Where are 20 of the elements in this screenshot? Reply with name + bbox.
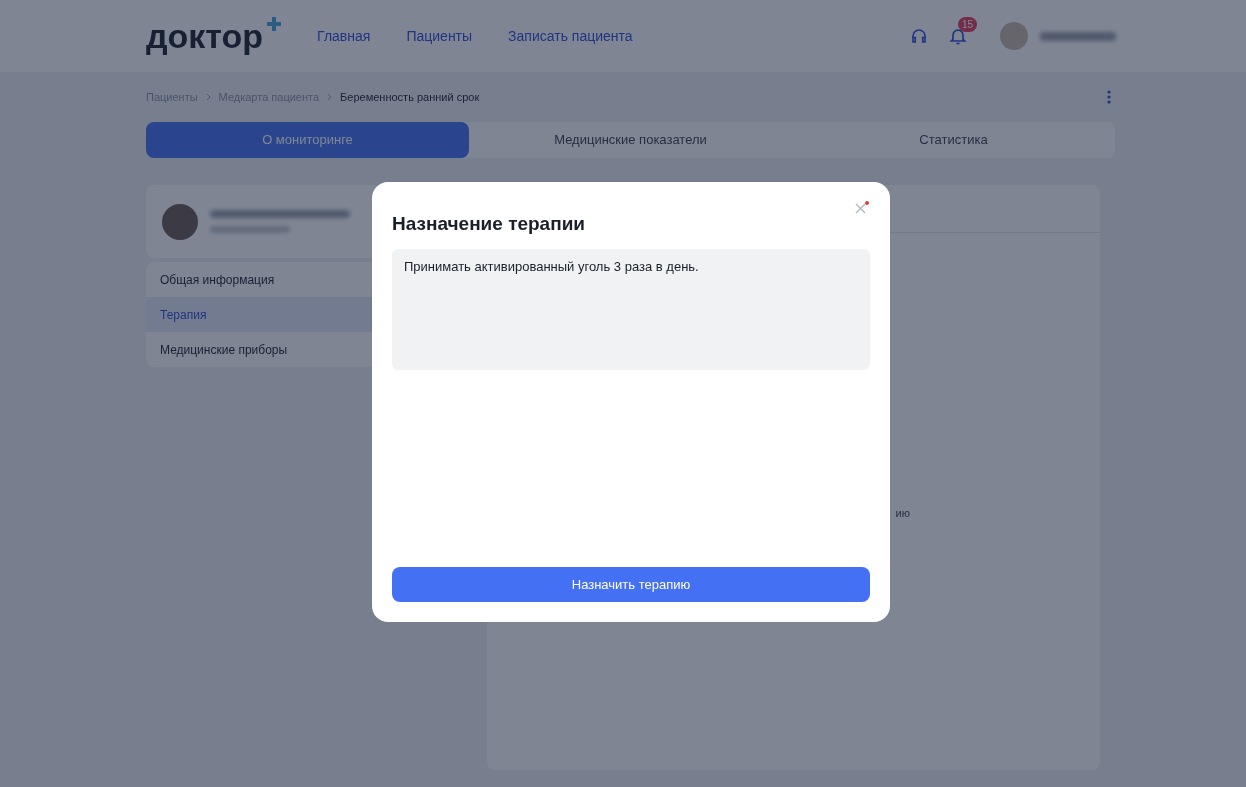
avatar bbox=[162, 203, 198, 240]
nav-link[interactable]: Главная bbox=[317, 25, 371, 47]
cross-logo-icon bbox=[267, 17, 282, 31]
headset-icon[interactable] bbox=[910, 27, 928, 45]
modal-title: Назначение терапии bbox=[392, 212, 585, 236]
breadcrumb-link[interactable]: Беременность ранний срок bbox=[340, 88, 480, 106]
more-icon[interactable] bbox=[1107, 90, 1111, 104]
tab[interactable]: Медицинские показатели bbox=[469, 122, 792, 158]
logo[interactable]: доктор bbox=[146, 19, 282, 53]
chevron-icon bbox=[205, 93, 211, 101]
nav-link[interactable]: Пациенты bbox=[406, 25, 473, 47]
nav-link[interactable]: Записать пациента bbox=[508, 25, 633, 47]
chevron-icon bbox=[327, 93, 333, 101]
text-fragment: ию bbox=[895, 506, 910, 521]
tab[interactable]: О мониторинге bbox=[146, 122, 469, 158]
notification-badge: 15 bbox=[958, 17, 978, 32]
therapy-textarea[interactable]: Принимать активированный уголь 3 раза в день. bbox=[392, 248, 870, 370]
close-icon[interactable] bbox=[854, 200, 870, 216]
assign-therapy-button[interactable]: Назначить терапию bbox=[392, 567, 870, 602]
tab[interactable]: Статистика bbox=[792, 122, 1115, 158]
